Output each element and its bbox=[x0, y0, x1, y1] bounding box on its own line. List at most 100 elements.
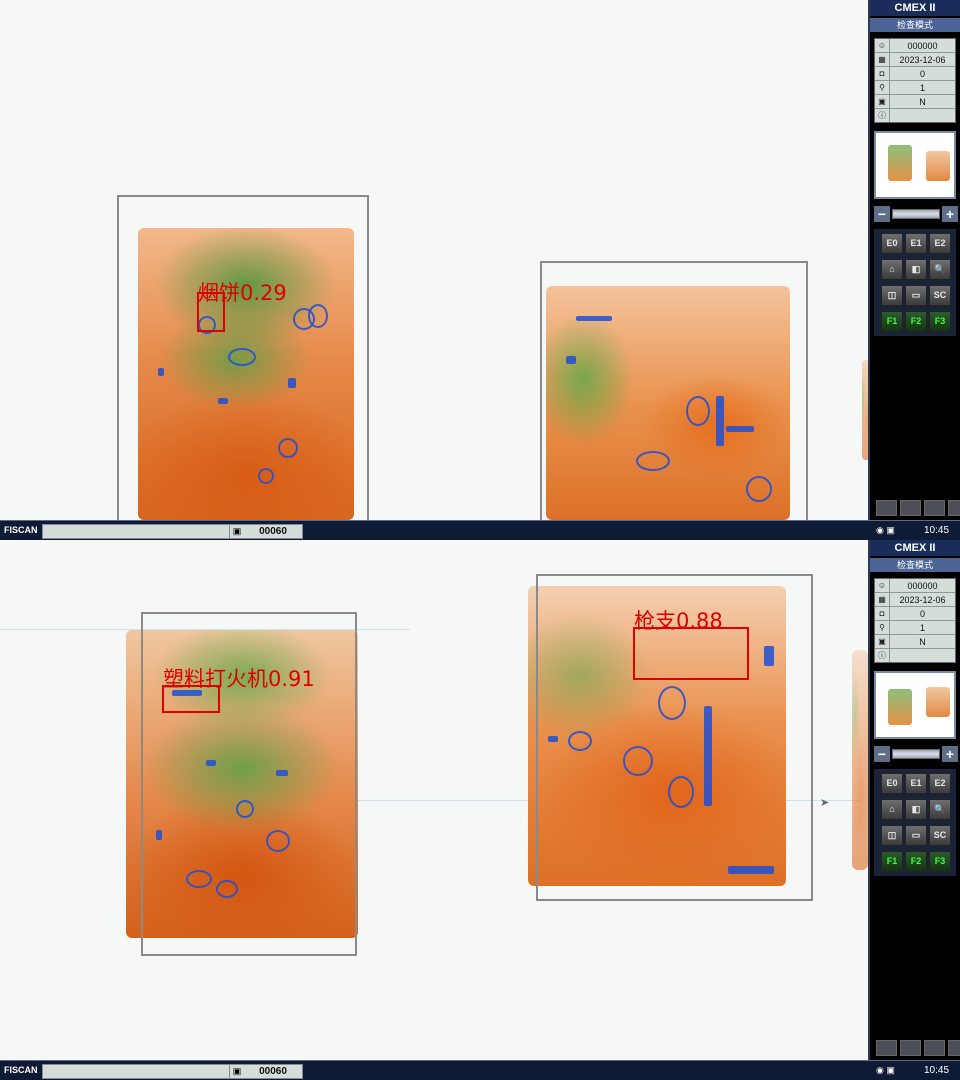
zoom-in-button[interactable]: + bbox=[942, 206, 958, 222]
sc-button[interactable]: SC bbox=[929, 285, 951, 306]
top-scan-panel: 烟饼0.29 CMEX II 检查模式 ☺ 000000 ▦ 2023-12-06 … bbox=[0, 0, 960, 540]
mouse-cursor: ➤ bbox=[820, 797, 830, 809]
e1-button[interactable]: E1 bbox=[905, 233, 927, 254]
contrast-button[interactable]: ◧ bbox=[905, 259, 927, 280]
status-bar-bottom: FISCAN ▣ 00060 ◉ ▣ 10:45 bbox=[0, 1060, 960, 1080]
f1-button[interactable]: F1 bbox=[881, 311, 903, 332]
suitcase-icon: ▣ bbox=[232, 526, 242, 536]
xray-viewer-top[interactable]: 烟饼0.29 bbox=[0, 0, 868, 520]
network-icon: ◉ ▣ bbox=[876, 525, 895, 535]
edge-button[interactable]: ▭ bbox=[905, 825, 927, 846]
xray-bag-image-right bbox=[546, 286, 790, 520]
magnify-button[interactable]: 🔍 bbox=[929, 799, 951, 820]
contrast-button[interactable]: ◧ bbox=[905, 799, 927, 820]
status-field bbox=[42, 1064, 230, 1079]
bottom-button-1[interactable] bbox=[876, 1040, 897, 1056]
e1-button[interactable]: E1 bbox=[905, 773, 927, 794]
count-value: 0 bbox=[919, 68, 925, 79]
flag-value: N bbox=[919, 96, 926, 107]
bottom-button-2[interactable] bbox=[900, 1040, 921, 1056]
zoom-track[interactable] bbox=[892, 749, 940, 759]
zoom-value: 1 bbox=[919, 622, 925, 633]
bag-counter: ▣ 00060 bbox=[229, 1064, 303, 1079]
clock: 10:45 bbox=[924, 525, 950, 536]
count-value: 0 bbox=[919, 608, 925, 619]
e2-button[interactable]: E2 bbox=[929, 233, 951, 254]
home-button[interactable]: ⌂ bbox=[881, 799, 903, 820]
xray-viewer-bottom[interactable]: 塑料打火机0.91 枪支0.88 ➤ bbox=[0, 540, 868, 1060]
sidebar-top: CMEX II 检查模式 ☺ 000000 ▦ 2023-12-06 ◘ 0 ⚲ 1 ▣… bbox=[868, 0, 960, 520]
bottom-toolbar bbox=[876, 1040, 960, 1056]
home-button[interactable]: ⌂ bbox=[881, 259, 903, 280]
status-bar-top: FISCAN ▣ 00060 ◉ ▣ 10:45 bbox=[0, 520, 960, 540]
xray-bag-image-left bbox=[138, 228, 354, 520]
magnify-button[interactable]: 🔍 bbox=[929, 259, 951, 280]
counter-icon: ◘ bbox=[875, 67, 890, 80]
mode-label: 检查模式 bbox=[870, 558, 960, 572]
network-icon: ◉ ▣ bbox=[876, 1065, 895, 1075]
counter-icon: ◘ bbox=[875, 607, 890, 620]
calendar-icon: ▦ bbox=[875, 593, 890, 606]
zoom-slider[interactable]: − + bbox=[874, 745, 958, 763]
sidebar-bottom: CMEX II 检查模式 ☺ 000000 ▦ 2023-12-06 ◘ 0 ⚲ 1 ▣… bbox=[868, 540, 960, 1060]
user-icon: ☺ bbox=[875, 39, 890, 52]
operator-id: 000000 bbox=[907, 580, 938, 591]
bag-counter: ▣ 00060 bbox=[229, 524, 303, 539]
info-panel: ☺ 000000 ▦ 2023-12-06 ◘ 0 ⚲ 1 ▣ N ⓘ bbox=[874, 38, 956, 123]
statusbar-brand: FISCAN bbox=[4, 525, 38, 535]
f3-button[interactable]: F3 bbox=[929, 311, 951, 332]
xray-bag-edge-right bbox=[852, 650, 868, 870]
bottom-button-3[interactable] bbox=[924, 1040, 945, 1056]
bottom-scan-panel: 塑料打火机0.91 枪支0.88 ➤ CMEX II 检查模式 ☺ 000000 … bbox=[0, 540, 960, 1080]
sc-button[interactable]: SC bbox=[929, 825, 951, 846]
detection-label-tobacco: 烟饼0.29 bbox=[198, 281, 287, 305]
f3-button[interactable]: F3 bbox=[929, 851, 951, 872]
zoom-in-button[interactable]: + bbox=[942, 746, 958, 762]
brand-title: CMEX II bbox=[870, 0, 960, 16]
edge-button[interactable]: ▭ bbox=[905, 285, 927, 306]
function-buttons: E0 E1 E2 ⌂ ◧ 🔍 ◫ ▭ SC F1 F2 F3 bbox=[874, 229, 956, 336]
e2-button[interactable]: E2 bbox=[929, 773, 951, 794]
calendar-icon: ▦ bbox=[875, 53, 890, 66]
bottom-button-2[interactable] bbox=[900, 500, 921, 516]
date-value: 2023-12-06 bbox=[899, 594, 946, 605]
mode-label: 检查模式 bbox=[870, 18, 960, 32]
user-icon: ☺ bbox=[875, 579, 890, 592]
zoom-out-button[interactable]: − bbox=[874, 206, 890, 222]
zoom-out-button[interactable]: − bbox=[874, 746, 890, 762]
magnifier-icon: ⚲ bbox=[875, 621, 890, 634]
clock: 10:45 bbox=[924, 1065, 950, 1076]
f2-button[interactable]: F2 bbox=[905, 851, 927, 872]
detection-label-lighter: 塑料打火机0.91 bbox=[163, 667, 315, 691]
zoom-slider[interactable]: − + bbox=[874, 205, 958, 223]
zoom-value: 1 bbox=[919, 82, 925, 93]
bottom-button-4[interactable] bbox=[948, 500, 960, 516]
bottom-button-4[interactable] bbox=[948, 1040, 960, 1056]
magnifier-icon: ⚲ bbox=[875, 81, 890, 94]
bottom-button-3[interactable] bbox=[924, 500, 945, 516]
split-button[interactable]: ◫ bbox=[881, 825, 903, 846]
e0-button[interactable]: E0 bbox=[881, 773, 903, 794]
bag-icon: ▣ bbox=[875, 95, 890, 108]
f1-button[interactable]: F1 bbox=[881, 851, 903, 872]
date-value: 2023-12-06 bbox=[899, 54, 946, 65]
function-buttons: E0 E1 E2 ⌂ ◧ 🔍 ◫ ▭ SC F1 F2 F3 bbox=[874, 769, 956, 876]
f2-button[interactable]: F2 bbox=[905, 311, 927, 332]
bottom-button-1[interactable] bbox=[876, 500, 897, 516]
operator-id: 000000 bbox=[907, 40, 938, 51]
info-panel: ☺ 000000 ▦ 2023-12-06 ◘ 0 ⚲ 1 ▣ N ⓘ bbox=[874, 578, 956, 663]
statusbar-brand: FISCAN bbox=[4, 1065, 38, 1075]
bottom-toolbar bbox=[876, 500, 960, 516]
info-icon: ⓘ bbox=[875, 649, 890, 662]
bag-icon: ▣ bbox=[875, 635, 890, 648]
split-button[interactable]: ◫ bbox=[881, 285, 903, 306]
scan-thumbnail[interactable] bbox=[874, 131, 956, 199]
bag-count: 00060 bbox=[259, 526, 287, 537]
scan-thumbnail[interactable] bbox=[874, 671, 956, 739]
zoom-track[interactable] bbox=[892, 209, 940, 219]
suitcase-icon: ▣ bbox=[232, 1066, 242, 1076]
bag-count: 00060 bbox=[259, 1066, 287, 1077]
e0-button[interactable]: E0 bbox=[881, 233, 903, 254]
info-icon: ⓘ bbox=[875, 109, 890, 122]
brand-title: CMEX II bbox=[870, 540, 960, 556]
